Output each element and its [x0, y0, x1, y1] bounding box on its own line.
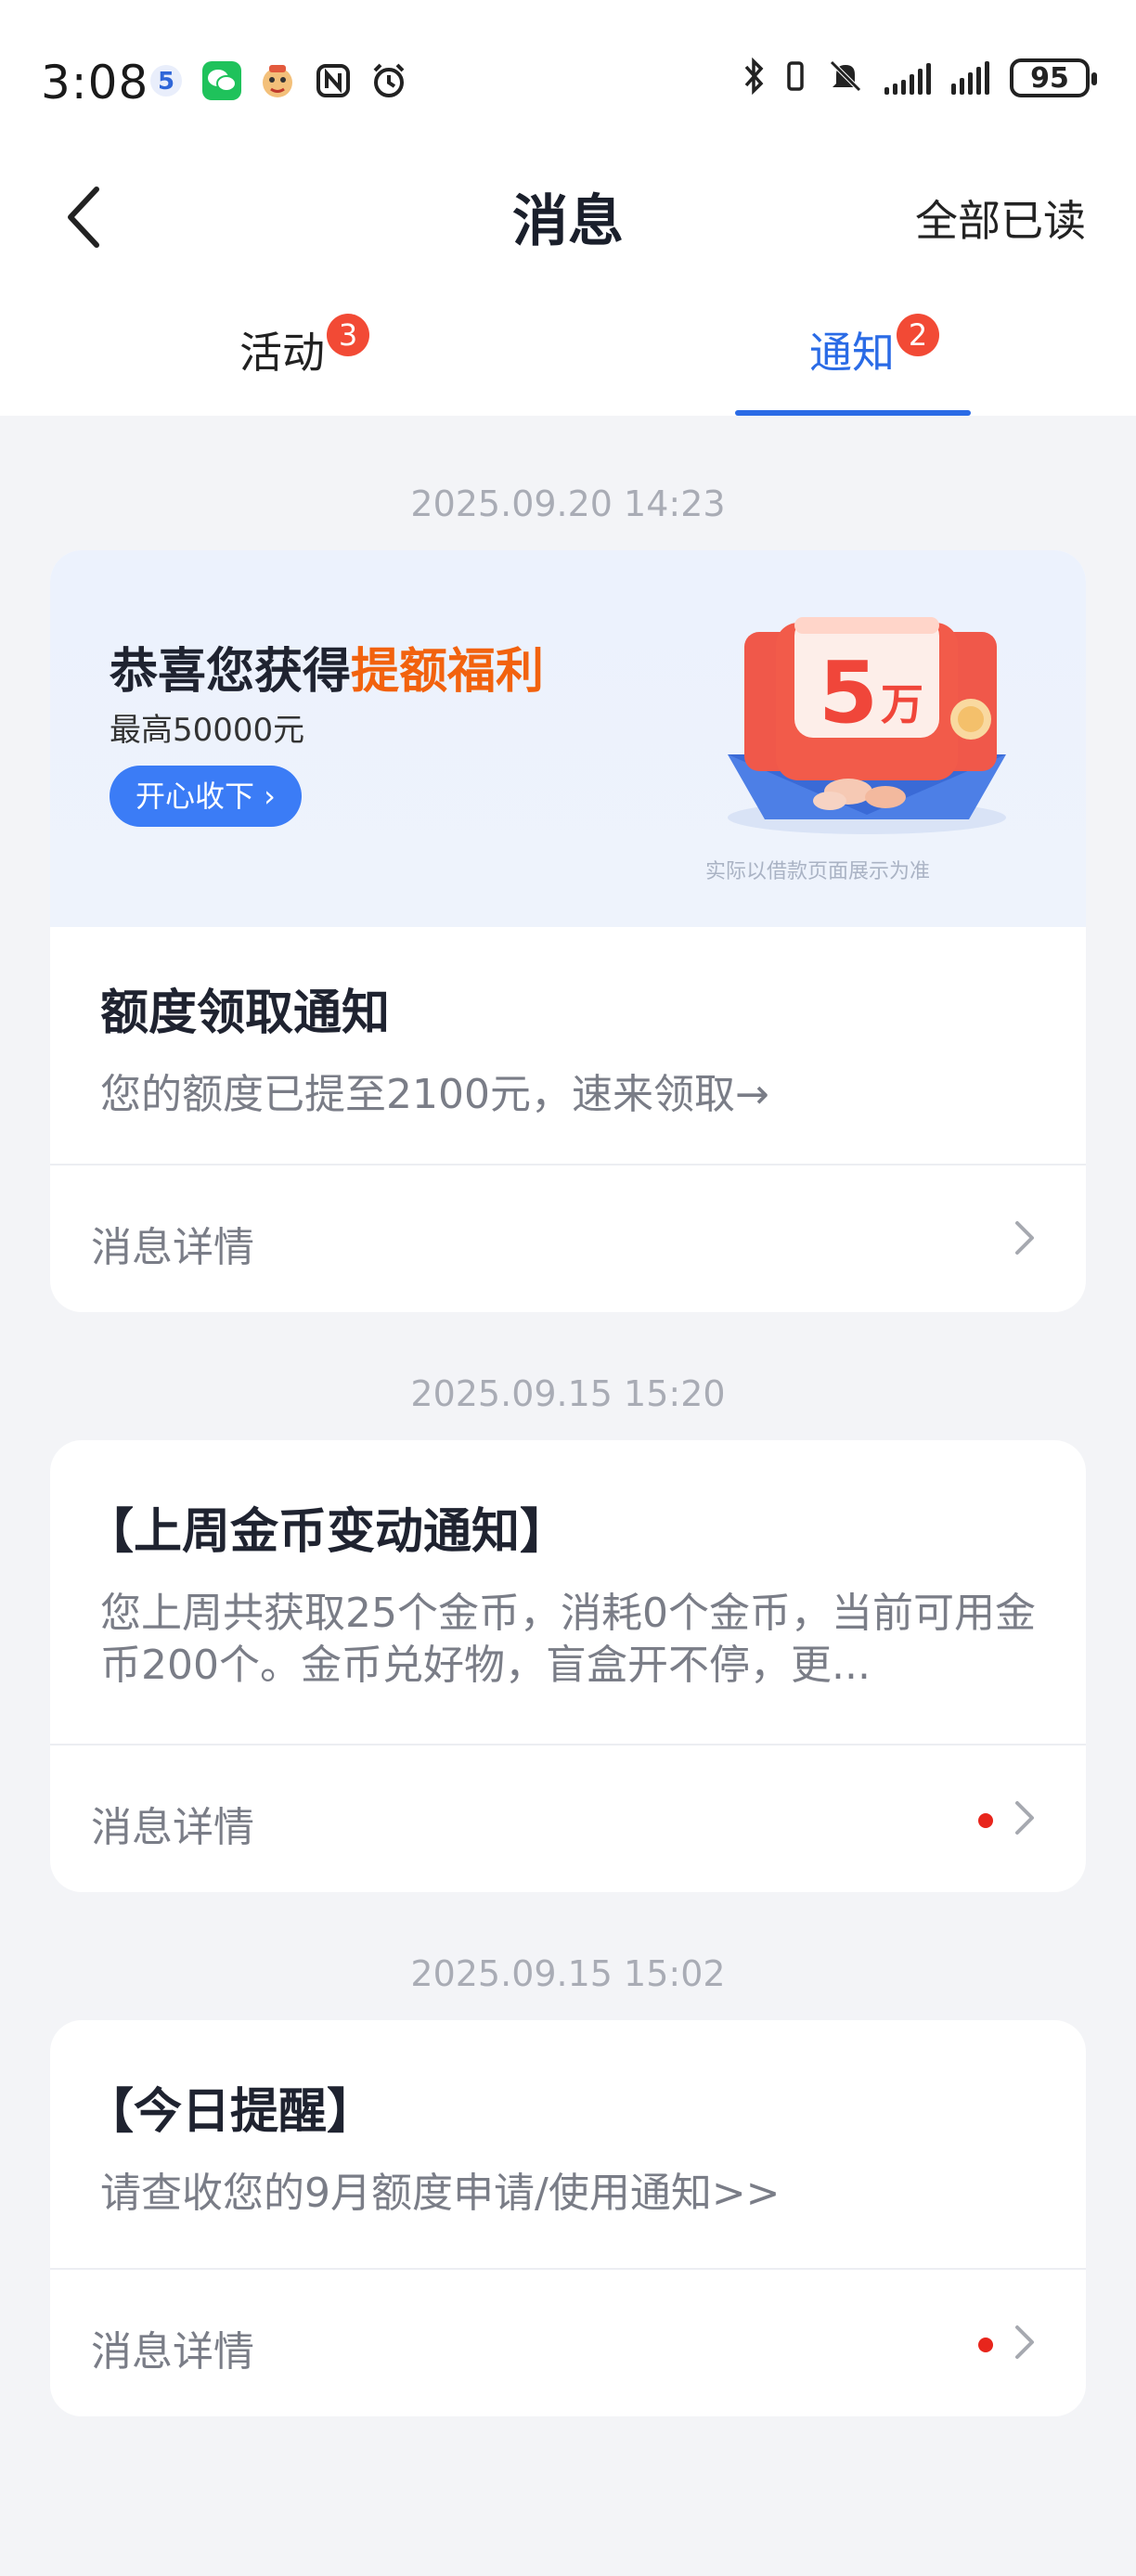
message-detail-link[interactable]: 消息详情 — [50, 2270, 1086, 2416]
message-body: 【今日提醒】 请查收您的9月额度申请/使用通知>> — [50, 2020, 1086, 2268]
system-status-icons: 95 — [743, 57, 1097, 98]
message-desc: 您上周共获取25个金币，消耗0个金币，当前可用金币200个。金币兑好物，盲盒开不… — [100, 1590, 1036, 1689]
status-time: 3:08 — [41, 56, 149, 109]
banner-disclaimer: 实际以借款页面展示为准 — [705, 860, 931, 883]
banner-title-prefix: 恭喜您获得 — [110, 644, 352, 700]
active-tab-indicator — [735, 410, 971, 416]
banner-subtitle: 最高50000元 — [110, 712, 305, 749]
svg-text:5: 5 — [158, 68, 174, 96]
message-title: 【今日提醒】 — [85, 2084, 376, 2140]
detail-label: 消息详情 — [91, 1224, 254, 1271]
mascot-app-icon — [258, 61, 297, 100]
message-desc: 请查收您的9月额度申请/使用通知>> — [100, 2170, 781, 2217]
chevron-right-icon — [1015, 1221, 1034, 1255]
signal-icon — [884, 61, 931, 95]
message-feed: 2025.09.20 14:23 恭喜您获得提额福利 最高50000元 开心收下… — [0, 457, 1136, 2416]
gift-amount-unit: 万 — [881, 679, 923, 729]
top-area: 3:08 5 95 消息 全部已读 活动 3 通知 2 — [0, 0, 1136, 416]
accept-button[interactable]: 开心收下 › — [110, 766, 302, 827]
status-bar: 3:08 5 95 — [0, 0, 1136, 167]
chevron-right-icon — [1015, 2325, 1034, 2359]
nfc-icon — [314, 61, 353, 100]
message-desc: 您的额度已提至2100元，速来领取→ — [100, 1071, 769, 1118]
battery-indicator: 95 — [1010, 58, 1097, 97]
unread-dot — [978, 1813, 993, 1828]
detail-label: 消息详情 — [91, 2328, 254, 2376]
message-title: 额度领取通知 — [100, 985, 391, 1041]
message-detail-link[interactable]: 消息详情 — [50, 1166, 1086, 1312]
unread-dot — [978, 2338, 993, 2352]
vibrate-icon — [784, 58, 807, 98]
mark-all-read-button[interactable]: 全部已读 — [915, 187, 1086, 249]
chevron-right-icon — [1015, 1801, 1034, 1835]
gift-amount-number: 5 — [819, 643, 878, 742]
message-card[interactable]: 【上周金币变动通知】 您上周共获取25个金币，消耗0个金币，当前可用金币200个… — [50, 1440, 1086, 1892]
banner-title-highlight: 提额福利 — [351, 644, 545, 700]
tab-activity-label: 活动 — [239, 328, 325, 378]
banner-title: 恭喜您获得提额福利 — [110, 632, 544, 702]
message-detail-link[interactable]: 消息详情 — [50, 1745, 1086, 1892]
mute-icon — [827, 58, 864, 98]
bluetooth-icon — [743, 57, 764, 98]
promo-banner[interactable]: 恭喜您获得提额福利 最高50000元 开心收下 › 5 万 实际以借款页面展示为… — [50, 550, 1086, 927]
message-card[interactable]: 【今日提醒】 请查收您的9月额度申请/使用通知>> 消息详情 — [50, 2020, 1086, 2416]
message-timestamp: 2025.09.20 14:23 — [410, 483, 726, 524]
message-timestamp: 2025.09.15 15:20 — [410, 1373, 726, 1414]
nav-header: 消息 全部已读 — [0, 167, 1136, 260]
tab-activity-badge: 3 — [327, 314, 369, 356]
message-body: 【上周金币变动通知】 您上周共获取25个金币，消耗0个金币，当前可用金币200个… — [50, 1440, 1086, 1744]
signal-icon — [951, 61, 989, 95]
red-envelope-gift-icon: 5 万 — [728, 617, 1006, 834]
app-badge-icon: 5 — [147, 61, 186, 100]
message-timestamp: 2025.09.15 15:02 — [410, 1953, 726, 1994]
tab-notice[interactable]: 通知 2 — [568, 260, 1136, 416]
notification-icons: 5 — [147, 61, 408, 100]
detail-label: 消息详情 — [91, 1804, 254, 1851]
tab-notice-label: 通知 — [809, 328, 895, 378]
tab-notice-badge: 2 — [897, 314, 939, 356]
message-body: 额度领取通知 您的额度已提至2100元，速来领取→ — [50, 927, 1086, 1164]
tab-activity[interactable]: 活动 3 — [0, 260, 568, 416]
tab-bar: 活动 3 通知 2 — [0, 260, 1136, 416]
wechat-icon — [202, 61, 241, 100]
message-title: 【上周金币变动通知】 — [85, 1504, 569, 1560]
alarm-icon — [369, 61, 408, 100]
message-card[interactable]: 恭喜您获得提额福利 最高50000元 开心收下 › 5 万 实际以借款页面展示为… — [50, 550, 1086, 1312]
